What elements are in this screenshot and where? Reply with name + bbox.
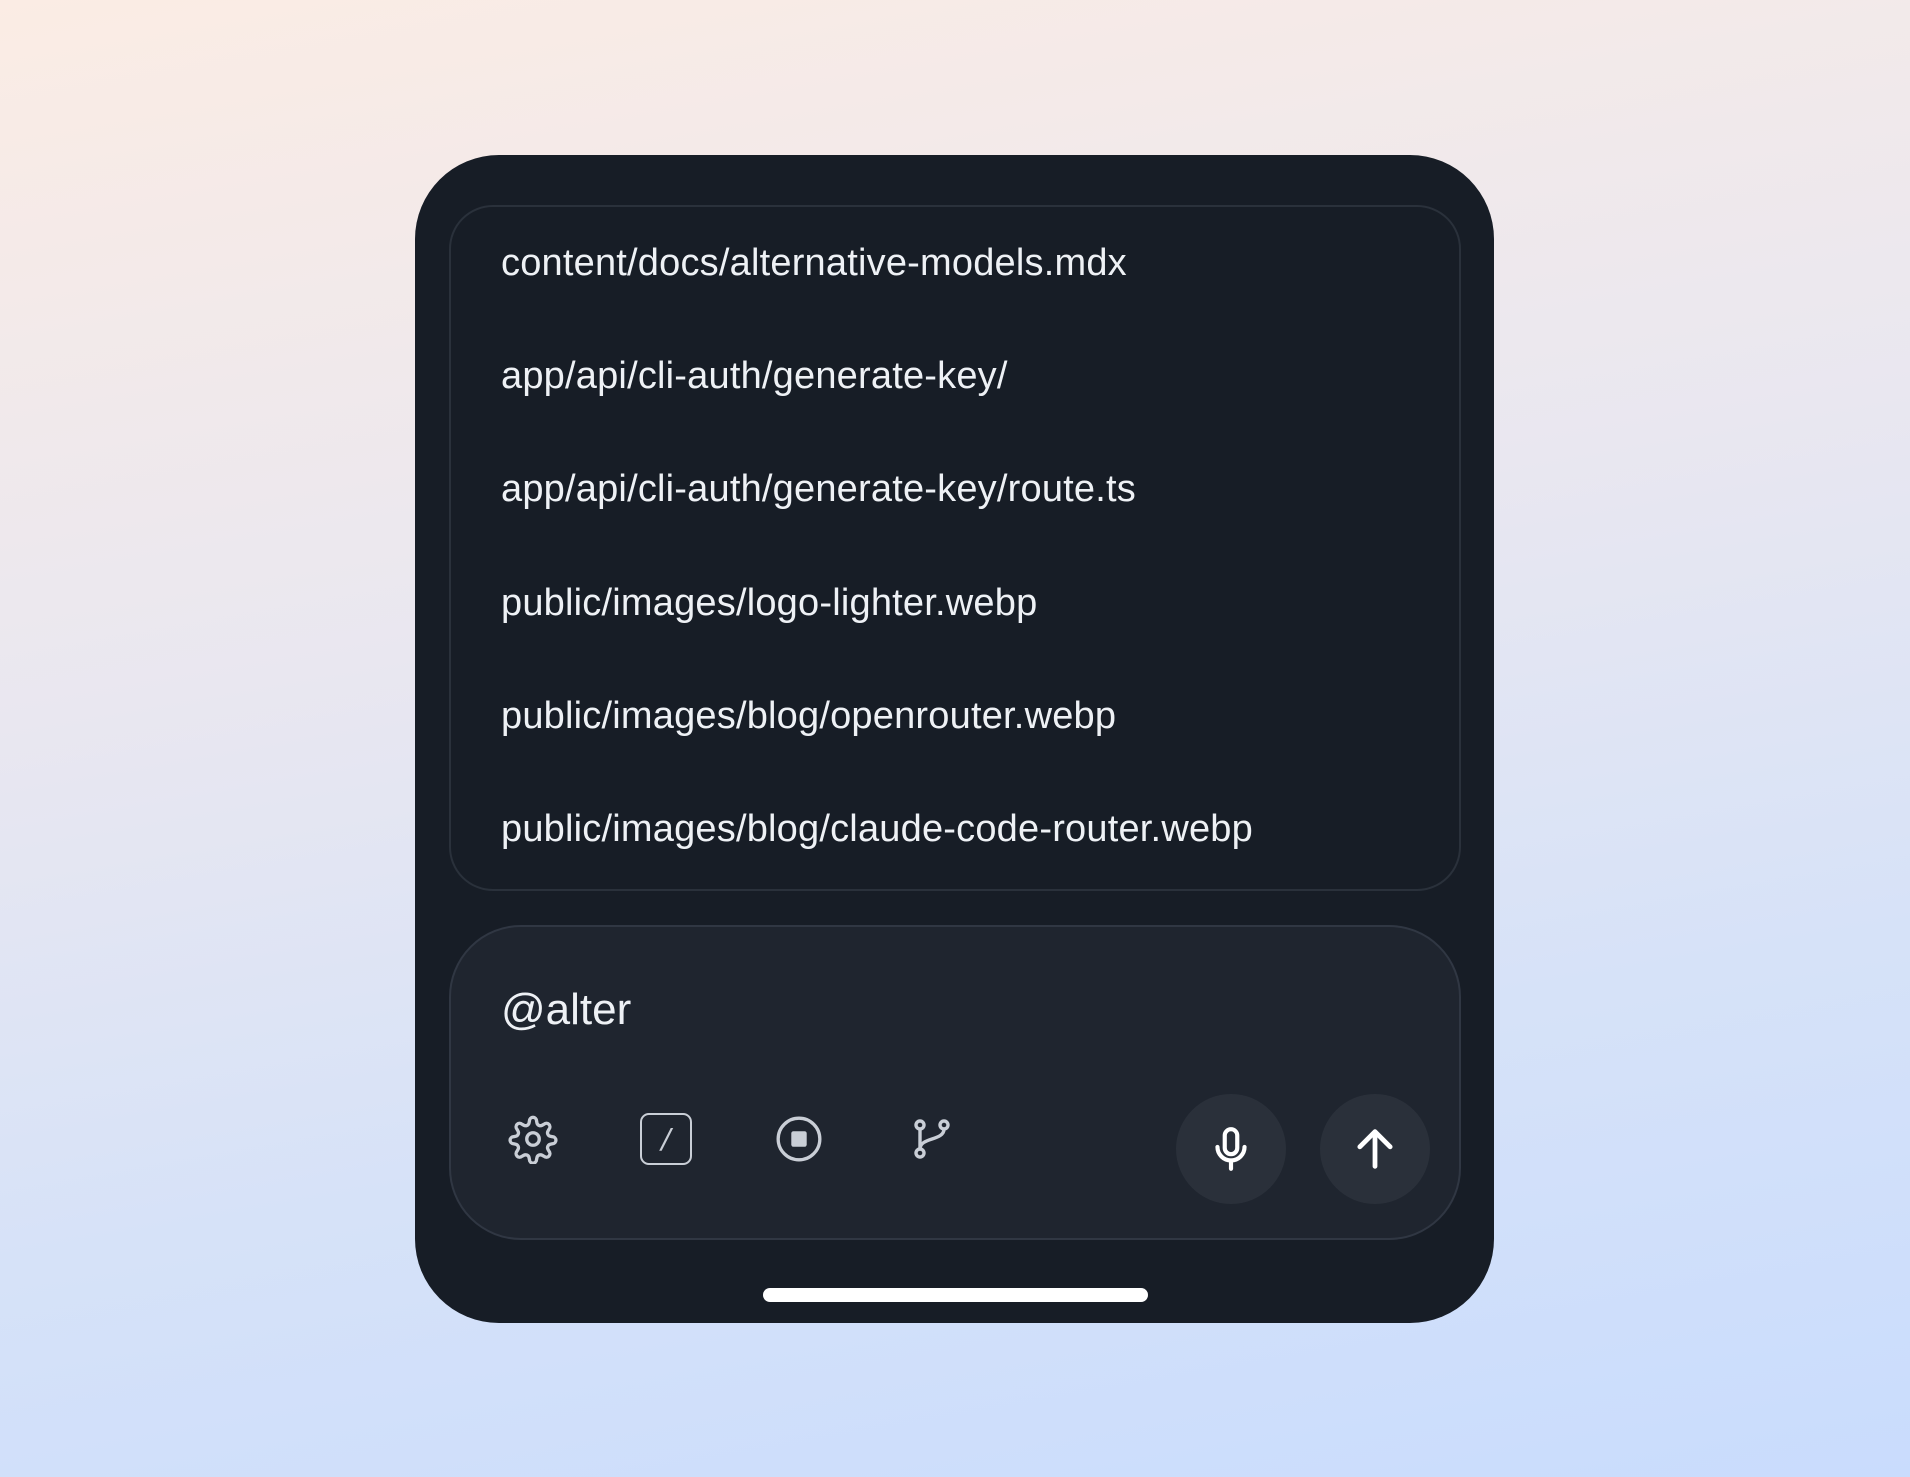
settings-button[interactable] [501,1107,565,1171]
suggestion-item[interactable]: public/images/logo-lighter.webp [501,547,1037,660]
voice-input-button[interactable] [1176,1094,1286,1204]
gear-icon [508,1115,558,1164]
send-button[interactable] [1320,1094,1430,1204]
suggestion-item[interactable]: public/images/blog/openrouter.webp [501,660,1116,773]
slash-command-icon: / [640,1113,692,1165]
stop-circle-icon [776,1116,822,1162]
slash-commands-button[interactable]: / [634,1107,698,1171]
file-suggestions-list: content/docs/alternative-models.mdx app/… [449,205,1461,891]
arrow-up-icon [1357,1129,1393,1169]
slash-glyph: / [661,1122,671,1155]
git-branch-button[interactable] [900,1107,964,1171]
git-branch-icon [914,1119,950,1159]
message-input[interactable] [501,975,1401,1045]
suggestion-item[interactable]: app/api/cli-auth/generate-key/route.ts [501,433,1136,546]
microphone-icon [1215,1127,1247,1171]
suggestion-item[interactable]: public/images/blog/claude-code-router.we… [501,773,1253,886]
phone-frame: content/docs/alternative-models.mdx app/… [415,155,1494,1323]
message-composer: / [449,925,1461,1240]
suggestion-item[interactable]: content/docs/alternative-models.mdx [501,207,1127,320]
stop-button[interactable] [767,1107,831,1171]
home-indicator[interactable] [763,1288,1148,1302]
suggestion-item[interactable]: app/api/cli-auth/generate-key/ [501,320,1008,433]
